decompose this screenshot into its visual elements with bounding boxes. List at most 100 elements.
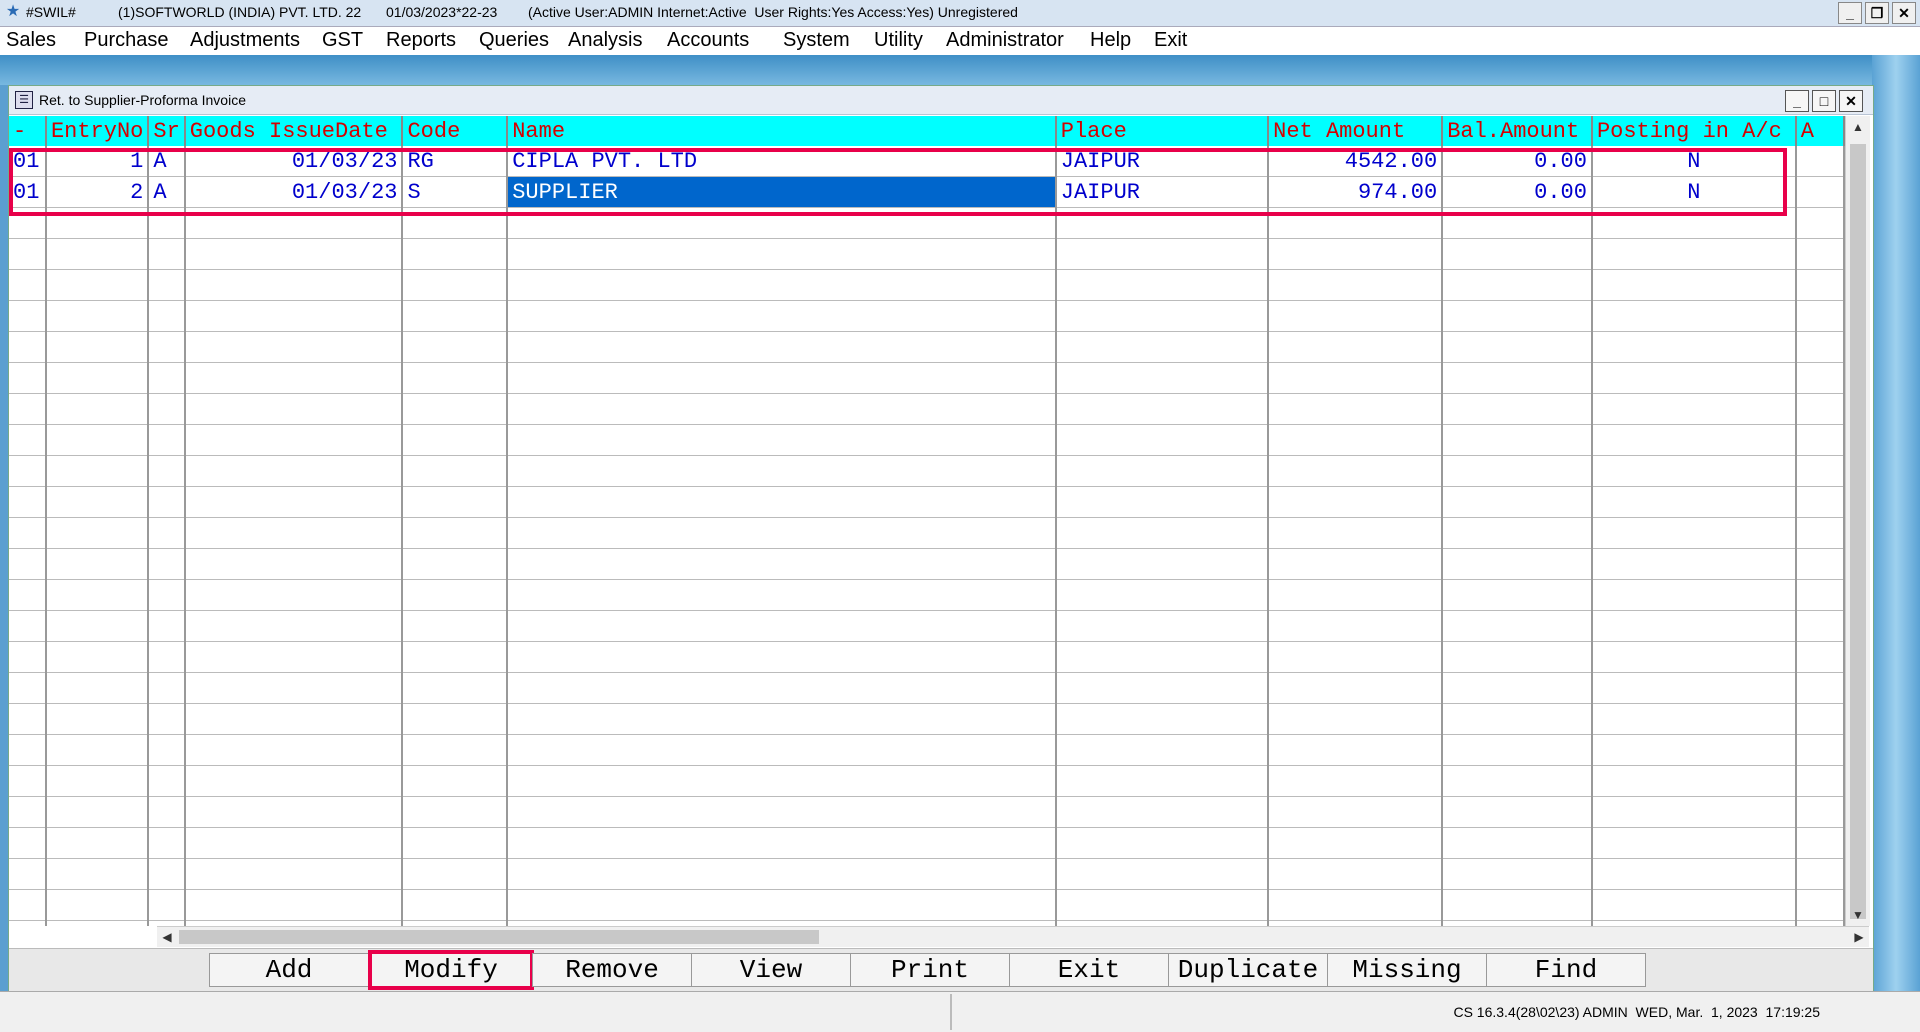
- empty-cell[interactable]: [1055, 641, 1270, 673]
- empty-cell[interactable]: [9, 269, 47, 301]
- empty-cell[interactable]: [1795, 672, 1845, 704]
- empty-cell[interactable]: [507, 238, 1057, 270]
- empty-cell[interactable]: [1442, 734, 1593, 766]
- cell-sr[interactable]: A: [148, 146, 186, 177]
- cell-issuedate[interactable]: 01/03/23: [184, 146, 404, 177]
- cell-posting[interactable]: N: [1591, 146, 1797, 177]
- empty-cell[interactable]: [1795, 362, 1845, 394]
- empty-cell[interactable]: [1591, 269, 1797, 301]
- empty-cell[interactable]: [507, 393, 1057, 425]
- empty-row[interactable]: [9, 424, 1845, 456]
- empty-cell[interactable]: [1591, 672, 1797, 704]
- empty-cell[interactable]: [45, 734, 150, 766]
- empty-cell[interactable]: [402, 703, 509, 735]
- empty-cell[interactable]: [45, 517, 150, 549]
- empty-cell[interactable]: [1268, 455, 1444, 487]
- empty-cell[interactable]: [1442, 889, 1593, 921]
- empty-row[interactable]: [9, 207, 1845, 239]
- empty-cell[interactable]: [184, 300, 404, 332]
- empty-cell[interactable]: [1442, 765, 1593, 797]
- empty-cell[interactable]: [1268, 486, 1444, 518]
- empty-cell[interactable]: [45, 610, 150, 642]
- empty-cell[interactable]: [45, 920, 150, 926]
- empty-cell[interactable]: [9, 920, 47, 926]
- empty-cell[interactable]: [184, 424, 404, 456]
- empty-cell[interactable]: [184, 548, 404, 580]
- empty-row[interactable]: [9, 827, 1845, 859]
- empty-cell[interactable]: [148, 486, 186, 518]
- empty-row[interactable]: [9, 331, 1845, 363]
- empty-cell[interactable]: [1442, 424, 1593, 456]
- vertical-scroll-thumb[interactable]: [1850, 144, 1866, 919]
- empty-cell[interactable]: [1268, 517, 1444, 549]
- empty-cell[interactable]: [402, 548, 509, 580]
- cell-flag[interactable]: 01: [9, 176, 47, 208]
- empty-row[interactable]: [9, 362, 1845, 394]
- col-header-flag[interactable]: -: [9, 116, 47, 146]
- empty-cell[interactable]: [402, 393, 509, 425]
- col-header-sr[interactable]: Sr: [148, 116, 186, 146]
- empty-cell[interactable]: [148, 827, 186, 859]
- empty-cell[interactable]: [1268, 796, 1444, 828]
- empty-cell[interactable]: [1442, 672, 1593, 704]
- empty-cell[interactable]: [45, 827, 150, 859]
- restore-icon[interactable]: ❐: [1865, 2, 1889, 24]
- window-close-icon[interactable]: ✕: [1839, 90, 1863, 112]
- empty-cell[interactable]: [1795, 548, 1845, 580]
- empty-cell[interactable]: [9, 672, 47, 704]
- empty-cell[interactable]: [148, 238, 186, 270]
- empty-cell[interactable]: [1591, 796, 1797, 828]
- cell-entryno[interactable]: 1: [45, 146, 150, 177]
- empty-cell[interactable]: [1795, 641, 1845, 673]
- col-header-issuedate[interactable]: Goods IssueDate: [184, 116, 404, 146]
- empty-cell[interactable]: [45, 424, 150, 456]
- empty-cell[interactable]: [402, 207, 509, 239]
- empty-cell[interactable]: [402, 734, 509, 766]
- view-button[interactable]: View: [691, 953, 851, 987]
- empty-cell[interactable]: [9, 455, 47, 487]
- window-minimize-icon[interactable]: _: [1785, 90, 1809, 112]
- empty-cell[interactable]: [1795, 207, 1845, 239]
- empty-cell[interactable]: [402, 300, 509, 332]
- empty-cell[interactable]: [402, 765, 509, 797]
- empty-cell[interactable]: [1591, 641, 1797, 673]
- empty-cell[interactable]: [507, 858, 1057, 890]
- empty-cell[interactable]: [1591, 858, 1797, 890]
- empty-cell[interactable]: [45, 455, 150, 487]
- empty-cell[interactable]: [1268, 889, 1444, 921]
- empty-cell[interactable]: [1591, 889, 1797, 921]
- empty-cell[interactable]: [45, 238, 150, 270]
- empty-cell[interactable]: [184, 238, 404, 270]
- menu-accounts[interactable]: Accounts: [667, 29, 749, 52]
- empty-row[interactable]: [9, 548, 1845, 580]
- cell-flag[interactable]: 01: [9, 146, 47, 177]
- empty-cell[interactable]: [402, 610, 509, 642]
- empty-cell[interactable]: [148, 331, 186, 363]
- empty-cell[interactable]: [402, 672, 509, 704]
- empty-cell[interactable]: [1442, 548, 1593, 580]
- empty-cell[interactable]: [1795, 734, 1845, 766]
- empty-cell[interactable]: [507, 269, 1057, 301]
- empty-cell[interactable]: [1268, 827, 1444, 859]
- empty-row[interactable]: [9, 858, 1845, 890]
- empty-cell[interactable]: [1591, 579, 1797, 611]
- menu-sales[interactable]: Sales: [6, 29, 56, 52]
- empty-cell[interactable]: [9, 517, 47, 549]
- print-button[interactable]: Print: [850, 953, 1010, 987]
- empty-row[interactable]: [9, 455, 1845, 487]
- empty-cell[interactable]: [1442, 207, 1593, 239]
- empty-cell[interactable]: [184, 362, 404, 394]
- empty-cell[interactable]: [1442, 455, 1593, 487]
- empty-cell[interactable]: [45, 362, 150, 394]
- empty-cell[interactable]: [402, 579, 509, 611]
- empty-cell[interactable]: [9, 300, 47, 332]
- empty-cell[interactable]: [9, 486, 47, 518]
- empty-cell[interactable]: [184, 765, 404, 797]
- empty-cell[interactable]: [1442, 269, 1593, 301]
- col-header-code[interactable]: Code: [402, 116, 509, 146]
- empty-row[interactable]: [9, 300, 1845, 332]
- empty-cell[interactable]: [1591, 486, 1797, 518]
- empty-cell[interactable]: [1055, 610, 1270, 642]
- empty-cell[interactable]: [45, 641, 150, 673]
- scroll-down-icon[interactable]: ▼: [1846, 904, 1870, 926]
